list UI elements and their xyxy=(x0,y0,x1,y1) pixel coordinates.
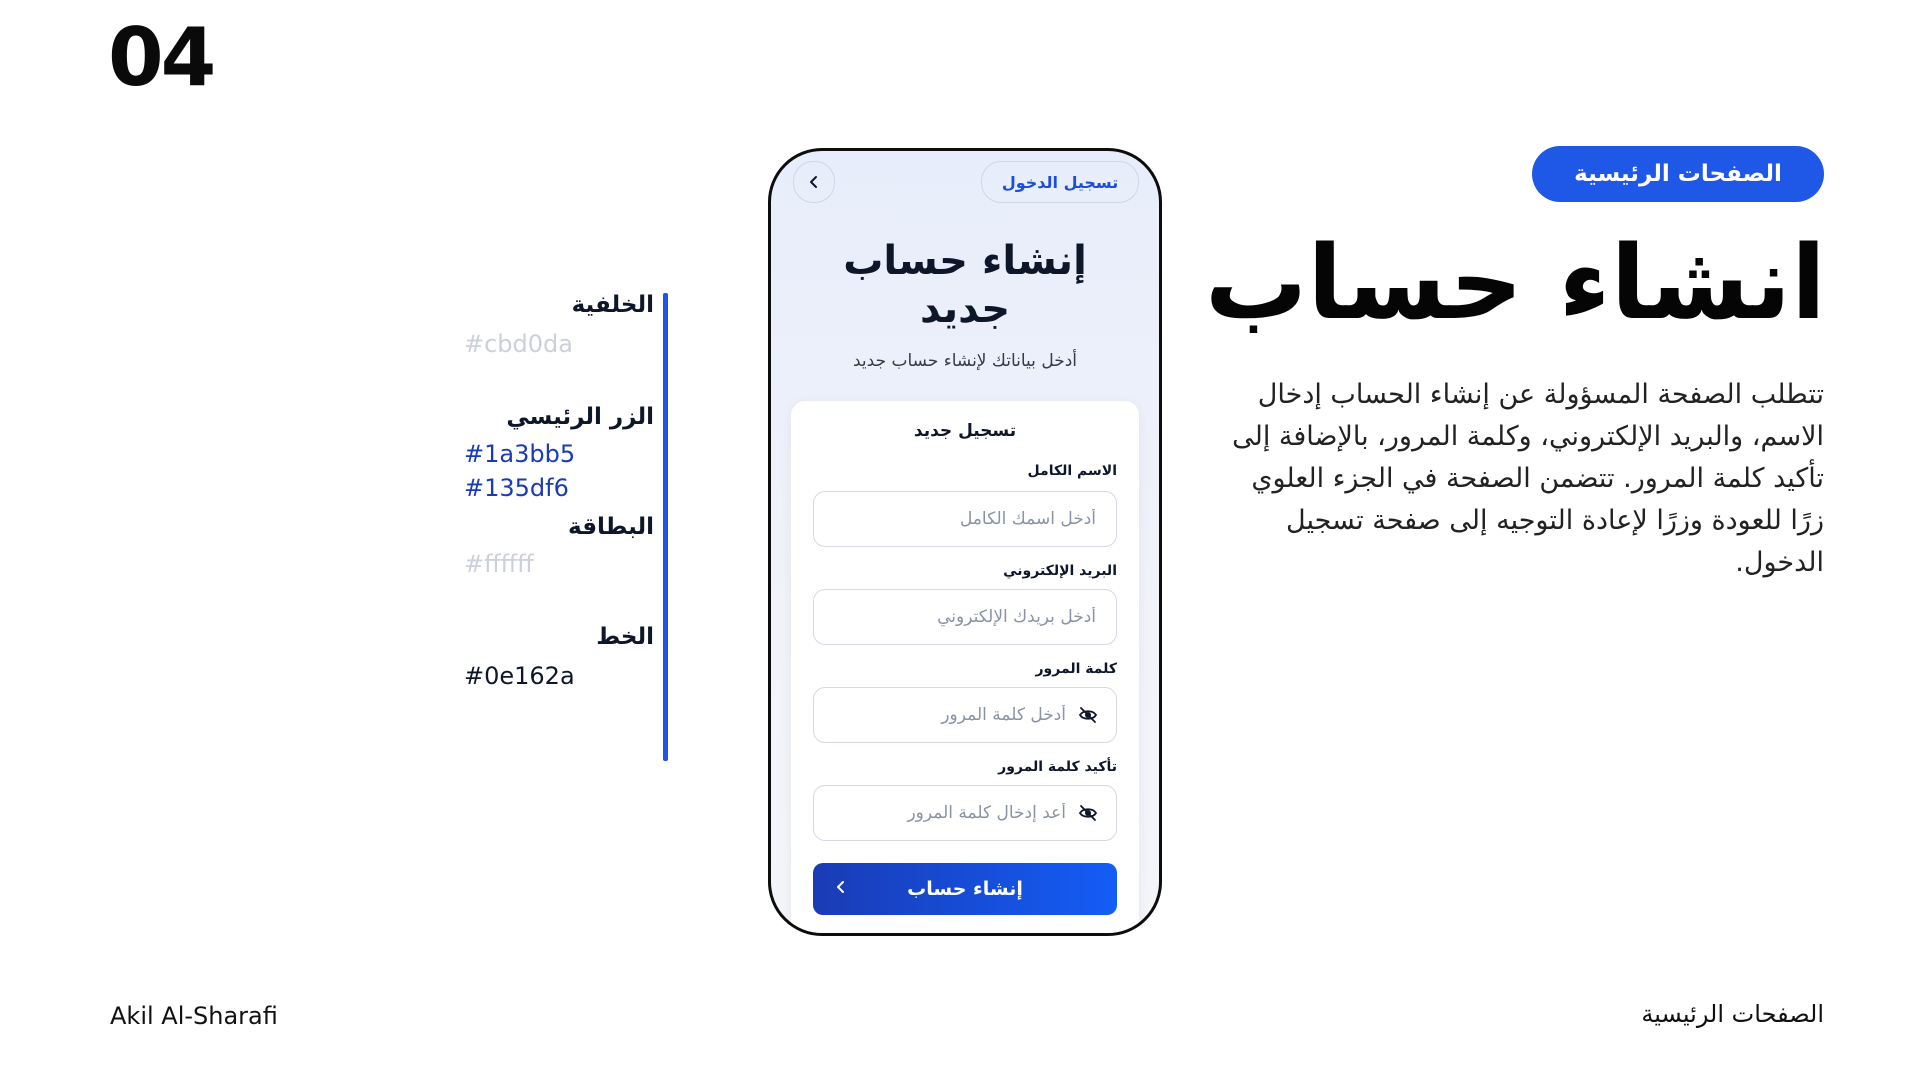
email-field xyxy=(813,589,1117,645)
create-account-button[interactable]: إنشاء حساب xyxy=(813,863,1117,915)
full-name-input[interactable] xyxy=(832,508,1098,530)
section-tag: الصفحات الرئيسية xyxy=(1532,146,1824,202)
footer-section: الصفحات الرئيسية xyxy=(1641,1000,1824,1028)
eye-off-icon[interactable] xyxy=(1078,705,1098,725)
password-field xyxy=(813,687,1117,743)
chevron-left-icon xyxy=(835,875,847,899)
confirm-password-field xyxy=(813,785,1117,841)
back-button[interactable] xyxy=(793,161,835,203)
full-name-field xyxy=(813,491,1117,547)
palette-value-card: #ffffff xyxy=(464,550,534,578)
create-account-label: إنشاء حساب xyxy=(907,878,1023,900)
card-heading: تسجيل جديد xyxy=(913,421,1017,441)
palette-label-background: الخلفية xyxy=(571,292,654,318)
phone-mockup: تسجيل الدخول إنشاء حساب جديد أدخل بيانات… xyxy=(768,148,1162,936)
palette-accent-bar xyxy=(663,293,668,761)
email-input[interactable] xyxy=(832,606,1098,628)
palette-value-primary-button-2: #135df6 xyxy=(464,474,569,502)
palette-label-primary-button: الزر الرئيسي xyxy=(506,404,654,430)
confirm-password-input[interactable] xyxy=(832,802,1068,824)
palette-label-card: البطاقة xyxy=(568,514,654,540)
page-description: تتطلب الصفحة المسؤولة عن إنشاء الحساب إد… xyxy=(1232,379,1824,578)
form-subtitle: أدخل بياناتك لإنشاء حساب جديد xyxy=(852,351,1077,371)
page-title: انشاء حساب xyxy=(1204,224,1826,343)
footer-author: Akil Al-Sharafi xyxy=(110,1002,278,1030)
full-name-label: الاسم الكامل xyxy=(1027,463,1117,479)
palette-label-font: الخط xyxy=(596,624,654,650)
password-label: كلمة المرور xyxy=(1035,661,1117,677)
slide-number: 04 xyxy=(108,11,216,104)
login-link-button[interactable]: تسجيل الدخول xyxy=(981,161,1139,203)
chevron-left-icon xyxy=(807,170,821,195)
palette-value-font: #0e162a xyxy=(464,662,575,690)
slide: 04 الصفحات الرئيسية انشاء حساب تتطلب الص… xyxy=(0,0,1920,1080)
confirm-password-label: تأكيد كلمة المرور xyxy=(998,759,1117,775)
eye-off-icon[interactable] xyxy=(1078,803,1098,823)
form-title: إنشاء حساب جديد xyxy=(843,238,1087,332)
password-input[interactable] xyxy=(832,704,1068,726)
email-label: البريد الإلكتروني xyxy=(1003,563,1117,579)
signup-card: تسجيل جديد الاسم الكامل البريد الإلكترون… xyxy=(791,401,1139,933)
palette-value-background: #cbd0da xyxy=(464,330,573,358)
palette-value-primary-button-1: #1a3bb5 xyxy=(464,440,576,468)
